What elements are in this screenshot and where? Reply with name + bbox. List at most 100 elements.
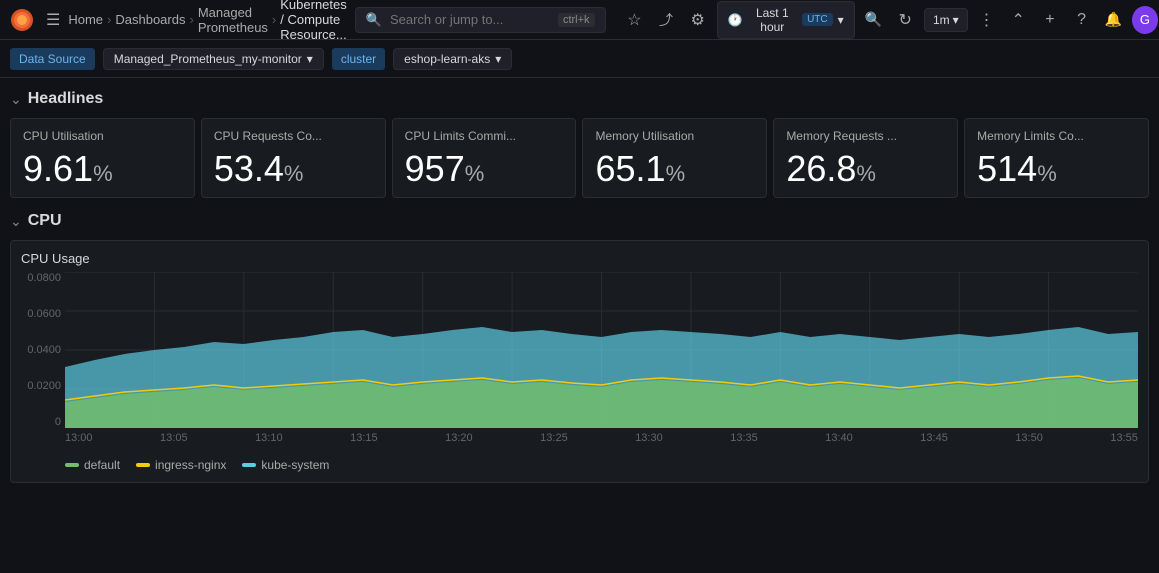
breadcrumb-dashboards[interactable]: Dashboards: [115, 12, 185, 27]
cpu-chart-container: CPU Usage 0.0800 0.0600 0.0400 0.0200 0: [10, 240, 1149, 483]
breadcrumb-sep-2: ›: [189, 12, 193, 27]
metric-value-2: 957%: [405, 151, 564, 187]
headlines-chevron: ⌄: [10, 91, 22, 108]
x-label-4: 13:20: [445, 432, 473, 452]
chart-area: 0.0800 0.0600 0.0400 0.0200 0: [21, 272, 1138, 452]
add-panel-button[interactable]: +: [1037, 6, 1063, 34]
metric-card-5: Memory Limits Co... 514%: [964, 118, 1149, 198]
metric-card-4: Memory Requests ... 26.8%: [773, 118, 958, 198]
metric-card-3: Memory Utilisation 65.1%: [582, 118, 767, 198]
metric-label-0: CPU Utilisation: [23, 129, 182, 143]
legend-label-default: default: [84, 458, 120, 472]
cluster-chevron: ▾: [495, 52, 501, 66]
x-label-3: 13:15: [350, 432, 378, 452]
breadcrumb-current: Kubernetes / Compute Resource...: [280, 0, 347, 42]
breadcrumb-managed-prometheus[interactable]: Managed Prometheus: [198, 5, 268, 35]
x-axis: 13:00 13:05 13:10 13:15 13:20 13:25 13:3…: [65, 432, 1138, 452]
y-label-0: 0.0800: [21, 272, 61, 284]
data-source-select[interactable]: Managed_Prometheus_my-monitor ▾: [103, 48, 324, 70]
metric-label-2: CPU Limits Commi...: [405, 129, 564, 143]
legend-item-default: default: [65, 458, 120, 472]
metric-label-5: Memory Limits Co...: [977, 129, 1136, 143]
breadcrumb-sep-1: ›: [107, 12, 111, 27]
y-label-4: 0: [21, 416, 61, 428]
cpu-section-header[interactable]: ⌄ CPU: [10, 208, 1149, 234]
x-label-0: 13:00: [65, 432, 93, 452]
hamburger-menu[interactable]: ☰: [46, 6, 60, 34]
x-label-7: 13:35: [730, 432, 758, 452]
top-navigation: ☰ Home › Dashboards › Managed Prometheus…: [0, 0, 1159, 40]
search-icon: 🔍: [366, 12, 382, 28]
metric-label-3: Memory Utilisation: [595, 129, 754, 143]
search-input[interactable]: [390, 12, 550, 27]
y-label-1: 0.0600: [21, 308, 61, 320]
zoom-out-button[interactable]: 🔍: [861, 6, 887, 34]
nav-actions: ☆ ⤴ ⚙ 🕐 Last 1 hour UTC ▾ 🔍 ↻ 1m ▾ ⋮ ⌃ +…: [622, 1, 1158, 39]
metric-card-2: CPU Limits Commi... 957%: [392, 118, 577, 198]
search-bar: 🔍 ctrl+k: [355, 7, 606, 33]
time-range-chevron: ▾: [838, 13, 844, 27]
metric-value-0: 9.61%: [23, 151, 182, 187]
collapse-button[interactable]: ⌃: [1005, 6, 1031, 34]
cluster-value: eshop-learn-aks: [404, 52, 490, 66]
help-button[interactable]: ?: [1069, 6, 1095, 34]
x-label-8: 13:40: [825, 432, 853, 452]
legend-label-ingress: ingress-nginx: [155, 458, 226, 472]
more-options-button[interactable]: ⋮: [974, 6, 1000, 34]
time-range-label: Last 1 hour: [748, 6, 798, 34]
x-label-5: 13:25: [540, 432, 568, 452]
y-label-3: 0.0200: [21, 380, 61, 392]
legend-color-kube: [242, 463, 256, 467]
legend-label-kube: kube-system: [261, 458, 329, 472]
metric-value-1: 53.4%: [214, 151, 373, 187]
x-label-9: 13:45: [920, 432, 948, 452]
headlines-section-header[interactable]: ⌄ Headlines: [10, 86, 1149, 112]
chart-plot: [65, 272, 1138, 428]
metric-card-0: CPU Utilisation 9.61%: [10, 118, 195, 198]
star-button[interactable]: ☆: [622, 6, 648, 34]
metric-label-4: Memory Requests ...: [786, 129, 945, 143]
metric-value-5: 514%: [977, 151, 1136, 187]
toolbar: Data Source Managed_Prometheus_my-monito…: [0, 40, 1159, 78]
cluster-label: cluster: [332, 48, 385, 70]
breadcrumb: Home › Dashboards › Managed Prometheus ›…: [68, 0, 346, 42]
interval-label: 1m: [933, 13, 950, 27]
interval-button[interactable]: 1m ▾: [924, 8, 968, 32]
cpu-title: CPU: [28, 212, 62, 230]
clock-icon: 🕐: [728, 13, 743, 27]
avatar[interactable]: G: [1132, 6, 1158, 34]
breadcrumb-home[interactable]: Home: [68, 12, 103, 27]
time-range-button[interactable]: 🕐 Last 1 hour UTC ▾: [717, 1, 855, 39]
metric-label-1: CPU Requests Co...: [214, 129, 373, 143]
legend-item-ingress: ingress-nginx: [136, 458, 226, 472]
share-button[interactable]: ⤴: [653, 6, 679, 34]
legend-color-default: [65, 463, 79, 467]
cpu-section: ⌄ CPU CPU Usage 0.0800 0.0600 0.0400 0.0…: [10, 208, 1149, 483]
metric-value-3: 65.1%: [595, 151, 754, 187]
x-label-2: 13:10: [255, 432, 283, 452]
data-source-chevron: ▾: [307, 52, 313, 66]
interval-chevron: ▾: [953, 13, 959, 27]
legend-color-ingress: [136, 463, 150, 467]
utc-badge: UTC: [802, 13, 833, 26]
settings-button[interactable]: ⚙: [685, 6, 711, 34]
refresh-button[interactable]: ↻: [892, 6, 918, 34]
metric-card-1: CPU Requests Co... 53.4%: [201, 118, 386, 198]
metric-cards: CPU Utilisation 9.61% CPU Requests Co...…: [10, 118, 1149, 198]
search-kbd: ctrl+k: [558, 13, 595, 27]
chart-legend: default ingress-nginx kube-system: [21, 458, 1138, 472]
data-source-value: Managed_Prometheus_my-monitor: [114, 52, 302, 66]
data-source-label: Data Source: [10, 48, 95, 70]
grafana-logo: [10, 6, 34, 34]
cpu-chevron: ⌄: [10, 213, 22, 230]
dashboard: ⌄ Headlines CPU Utilisation 9.61% CPU Re…: [0, 78, 1159, 491]
legend-item-kube: kube-system: [242, 458, 329, 472]
x-label-1: 13:05: [160, 432, 188, 452]
x-label-6: 13:30: [635, 432, 663, 452]
y-axis: 0.0800 0.0600 0.0400 0.0200 0: [21, 272, 65, 428]
cluster-select[interactable]: eshop-learn-aks ▾: [393, 48, 512, 70]
y-label-2: 0.0400: [21, 344, 61, 356]
notifications-button[interactable]: 🔔: [1100, 6, 1126, 34]
cpu-chart-title: CPU Usage: [21, 251, 1138, 266]
headlines-title: Headlines: [28, 90, 104, 108]
